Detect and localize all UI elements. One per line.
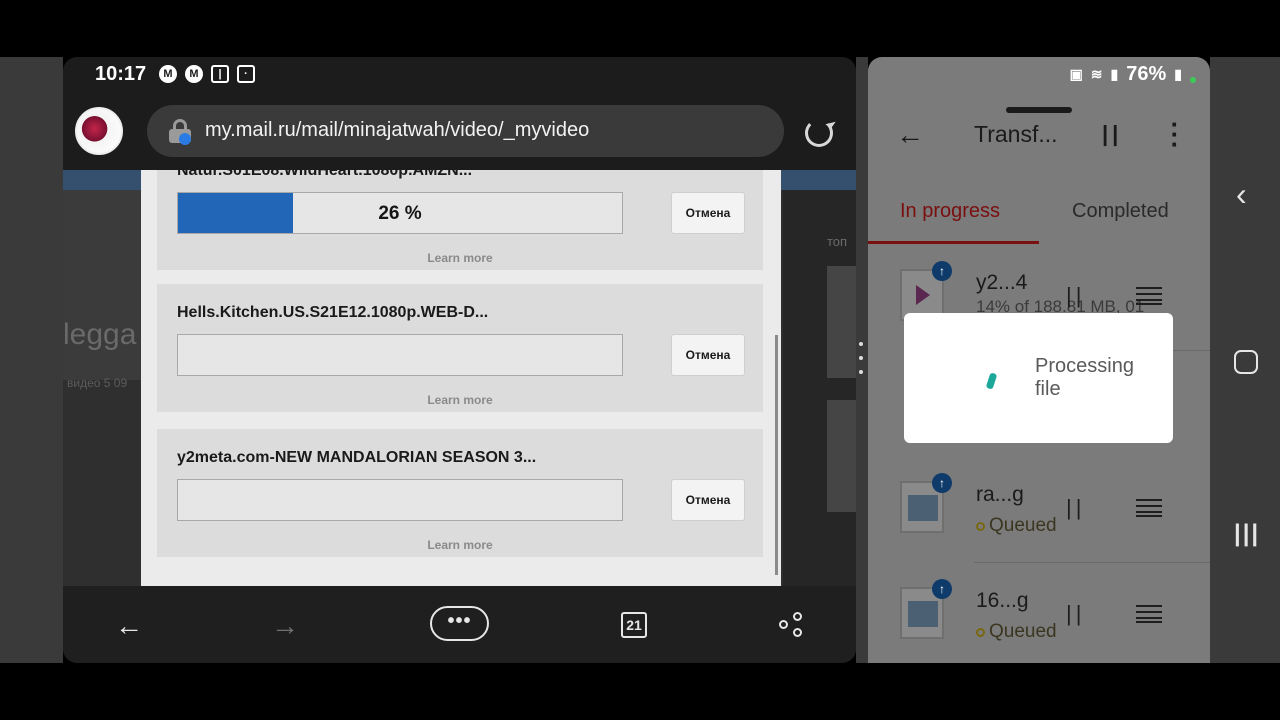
upload-badge-icon: ↑	[932, 473, 952, 493]
progress-bar	[177, 479, 623, 521]
more-menu-button[interactable]: •••	[430, 606, 489, 641]
video-thumbnail	[827, 266, 856, 378]
learn-more-link[interactable]: Learn more	[157, 393, 763, 407]
indicator-dot	[1190, 76, 1196, 83]
download-card: y2meta.com-NEW MANDALORIAN SEASON 3... О…	[157, 429, 763, 557]
transfer-status: Queued	[976, 621, 1057, 643]
status-bar-right: ▣ ≋ ▮ 76% ▮	[1070, 63, 1196, 86]
share-icon[interactable]	[779, 612, 805, 638]
battery-icon: ▮	[1174, 66, 1182, 82]
progress-bar	[177, 334, 623, 376]
download-card: Hells.Kitchen.US.S21E12.1080p.WEB-D... О…	[157, 284, 763, 412]
processing-text: Processing file	[1035, 355, 1134, 400]
progress-bar: 26 %	[177, 192, 623, 234]
m-icon: M	[185, 65, 203, 83]
back-arrow-icon[interactable]: ←	[896, 119, 924, 151]
drag-handle-icon[interactable]	[1136, 287, 1162, 305]
transfer-name: ra...g	[976, 483, 1024, 506]
background-caption: видео 5 09	[67, 376, 128, 390]
back-arrow-icon[interactable]: ←	[115, 610, 143, 642]
browser-bottom-nav: ← → ••• 21	[63, 586, 856, 663]
tabs-count-button[interactable]: 21	[621, 612, 647, 638]
progress-label: 26 %	[378, 203, 422, 224]
transfer-name: 16...g	[976, 589, 1029, 612]
downloads-dialog: Natur.S01E08.WildHeart.1080p.AMZN... 26 …	[141, 170, 781, 586]
drag-handle-icon[interactable]	[1136, 605, 1162, 623]
reload-icon[interactable]	[805, 119, 833, 147]
processing-dialog: Processing file	[904, 313, 1173, 443]
system-home-icon[interactable]	[1234, 350, 1258, 374]
pause-icon[interactable]: ||	[1066, 495, 1085, 521]
transfer-status: Queued	[976, 515, 1057, 537]
download-card: Natur.S01E08.WildHeart.1080p.AMZN... 26 …	[157, 170, 763, 270]
background-dim-left	[0, 57, 63, 663]
upload-badge-icon: ↑	[932, 261, 952, 281]
page-title: Transf...	[974, 121, 1058, 147]
page-right-column	[783, 190, 856, 586]
download-title: y2meta.com-NEW MANDALORIAN SEASON 3...	[177, 449, 537, 466]
scrollbar[interactable]	[775, 335, 778, 575]
transfers-window: ▣ ≋ ▮ 76% ▮ ← Transf... || · · · In progre…	[868, 57, 1210, 663]
screen-icon: ·	[237, 65, 255, 83]
download-title: Natur.S01E08.WildHeart.1080p.AMZN...	[177, 170, 473, 179]
pause-all-icon[interactable]: ||	[1102, 121, 1122, 147]
tab-indicator	[868, 241, 1039, 244]
split-handle-icon[interactable]	[859, 342, 865, 378]
battery-saver-icon: ▣	[1069, 66, 1083, 82]
browser-window: 10:17 M M | · my.mail.ru/mail/minajatwah…	[63, 57, 856, 663]
upload-badge-icon: ↑	[932, 579, 952, 599]
learn-more-link[interactable]: Learn more	[157, 251, 763, 265]
battery-percent: 76%	[1126, 63, 1167, 85]
cancel-button[interactable]: Отмена	[671, 479, 745, 521]
pause-icon[interactable]: ||	[1066, 601, 1085, 627]
queued-icon	[976, 521, 985, 531]
transfer-row[interactable]: ↑ ra...g Queued ||	[868, 459, 1210, 563]
cancel-button[interactable]: Отмена	[671, 192, 745, 234]
learn-more-link[interactable]: Learn more	[157, 538, 763, 552]
background-label: топ	[827, 234, 848, 249]
system-recents-icon[interactable]: |||	[1234, 520, 1260, 548]
status-time: 10:17	[95, 63, 147, 85]
background-text: legga	[63, 318, 137, 351]
window-handle[interactable]	[1006, 107, 1072, 113]
url-text[interactable]: my.mail.ru/mail/minajatwah/video/_myvide…	[205, 119, 589, 142]
drag-handle-icon[interactable]	[1136, 499, 1162, 517]
transfer-row[interactable]: ↑ 16...g Queued ||	[868, 565, 1210, 663]
transfer-name: y2...4	[976, 271, 1028, 294]
forward-arrow-icon[interactable]: →	[271, 610, 299, 642]
lock-icon[interactable]	[169, 119, 191, 145]
pause-icon[interactable]: ||	[1066, 283, 1085, 309]
video-thumbnail	[827, 400, 856, 512]
status-bar: 10:17 M M | ·	[63, 57, 856, 93]
cancel-button[interactable]: Отмена	[671, 334, 745, 376]
web-page: legga видео 5 09 топ Natur.S01E08.WildHe…	[63, 170, 856, 586]
address-bar[interactable]: my.mail.ru/mail/minajatwah/video/_myvide…	[147, 105, 784, 157]
system-back-icon[interactable]: ‹	[1236, 176, 1247, 213]
m-icon: M	[159, 65, 177, 83]
tab-in-progress[interactable]: In progress	[900, 200, 1000, 223]
signal-icon: ▮	[1110, 66, 1119, 82]
avatar[interactable]	[75, 107, 123, 155]
row-divider	[974, 562, 1210, 563]
wifi-icon: ≋	[1090, 66, 1103, 82]
page-left-column: legga видео 5 09	[63, 190, 141, 390]
queued-icon	[976, 627, 985, 637]
spinner-icon	[985, 372, 998, 390]
twitch-icon: |	[211, 65, 229, 83]
overflow-menu-icon[interactable]: · · ·	[1168, 111, 1182, 157]
download-title: Hells.Kitchen.US.S21E12.1080p.WEB-D...	[177, 304, 489, 321]
tab-completed[interactable]: Completed	[1072, 200, 1169, 223]
